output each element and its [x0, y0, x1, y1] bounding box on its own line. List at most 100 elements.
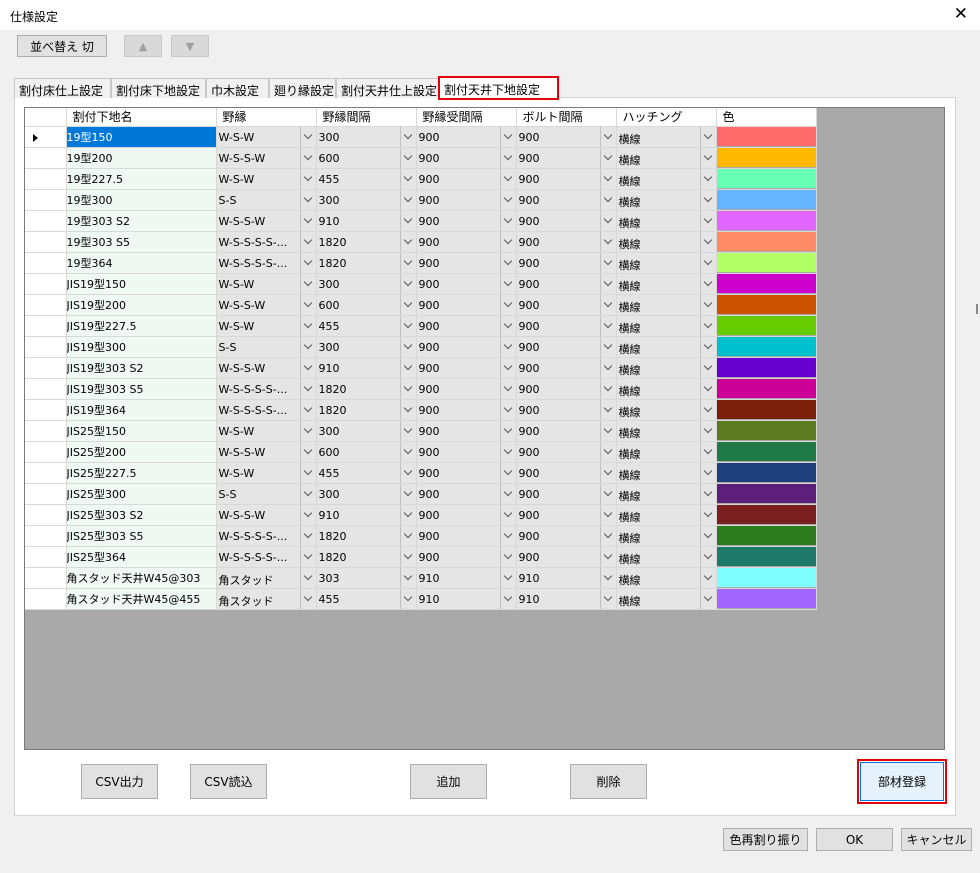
row-header[interactable]	[25, 147, 67, 169]
row-header[interactable]	[25, 126, 67, 148]
column-header-receiver-spacing[interactable]: 野縁受間隔	[416, 108, 517, 127]
row-header[interactable]	[25, 315, 67, 337]
receiver-spacing-combo[interactable]: 900	[416, 525, 517, 547]
row-header[interactable]	[25, 378, 67, 400]
dropdown-button[interactable]	[699, 588, 716, 608]
row-header[interactable]	[25, 168, 67, 190]
hatching-combo[interactable]: 横線	[616, 273, 717, 295]
row-header[interactable]	[25, 210, 67, 232]
dropdown-button[interactable]	[399, 210, 416, 230]
tab-crown-molding[interactable]: 廻り縁設定	[269, 78, 336, 98]
receiver-spacing-combo[interactable]: 900	[416, 231, 517, 253]
dropdown-button[interactable]	[599, 168, 616, 188]
dropdown-button[interactable]	[299, 483, 316, 503]
dropdown-button[interactable]	[299, 462, 316, 482]
dropdown-button[interactable]	[699, 147, 716, 167]
noen-combo[interactable]: W-S-S-S-S-...	[216, 525, 317, 547]
dropdown-button[interactable]	[599, 210, 616, 230]
row-header[interactable]	[25, 567, 67, 589]
hatching-combo[interactable]: 横線	[616, 210, 717, 232]
receiver-spacing-combo[interactable]: 900	[416, 189, 517, 211]
dropdown-button[interactable]	[399, 525, 416, 545]
bolt-spacing-combo[interactable]: 900	[516, 189, 617, 211]
csv-export-button[interactable]: CSV出力	[81, 764, 158, 799]
color-cell[interactable]	[716, 399, 817, 421]
noen-combo[interactable]: W-S-W	[216, 273, 317, 295]
name-cell[interactable]: 19型150	[66, 126, 217, 148]
color-cell[interactable]	[716, 147, 817, 169]
dropdown-button[interactable]	[599, 231, 616, 251]
receiver-spacing-combo[interactable]: 900	[416, 294, 517, 316]
noen-combo[interactable]: 角スタッド	[216, 567, 317, 589]
receiver-spacing-combo[interactable]: 900	[416, 315, 517, 337]
bolt-spacing-combo[interactable]: 900	[516, 420, 617, 442]
table-row[interactable]: JIS25型200 W-S-S-W 600 900 900 横線	[25, 441, 817, 463]
bolt-spacing-combo[interactable]: 900	[516, 210, 617, 232]
name-cell[interactable]: JIS19型150	[66, 273, 217, 295]
dropdown-button[interactable]	[599, 525, 616, 545]
dropdown-button[interactable]	[299, 231, 316, 251]
color-cell[interactable]	[716, 504, 817, 526]
hatching-combo[interactable]: 横線	[616, 126, 717, 148]
dropdown-button[interactable]	[599, 252, 616, 272]
dropdown-button[interactable]	[499, 168, 516, 188]
table-row[interactable]: 19型303 S2 W-S-S-W 910 900 900 横線	[25, 210, 817, 232]
table-row[interactable]: JIS19型200 W-S-S-W 600 900 900 横線	[25, 294, 817, 316]
dropdown-button[interactable]	[599, 504, 616, 524]
name-cell[interactable]: 19型200	[66, 147, 217, 169]
bolt-spacing-combo[interactable]: 900	[516, 315, 617, 337]
hatching-combo[interactable]: 横線	[616, 189, 717, 211]
noen-combo[interactable]: 角スタッド	[216, 588, 317, 610]
table-row[interactable]: JIS25型150 W-S-W 300 900 900 横線	[25, 420, 817, 442]
bolt-spacing-combo[interactable]: 900	[516, 273, 617, 295]
bolt-spacing-combo[interactable]: 910	[516, 567, 617, 589]
tab-baseboard[interactable]: 巾木設定	[206, 78, 269, 98]
row-header[interactable]	[25, 504, 67, 526]
color-cell[interactable]	[716, 420, 817, 442]
hatching-combo[interactable]: 横線	[616, 336, 717, 358]
dropdown-button[interactable]	[499, 441, 516, 461]
noen-spacing-combo[interactable]: 300	[316, 126, 417, 148]
dropdown-button[interactable]	[499, 189, 516, 209]
dropdown-button[interactable]	[599, 126, 616, 146]
dropdown-button[interactable]	[599, 567, 616, 587]
dropdown-button[interactable]	[699, 189, 716, 209]
dropdown-button[interactable]	[299, 546, 316, 566]
color-cell[interactable]	[716, 168, 817, 190]
name-cell[interactable]: JIS19型227.5	[66, 315, 217, 337]
row-header[interactable]	[25, 546, 67, 568]
name-cell[interactable]: JIS25型303 S5	[66, 525, 217, 547]
receiver-spacing-combo[interactable]: 900	[416, 252, 517, 274]
dropdown-button[interactable]	[299, 378, 316, 398]
receiver-spacing-combo[interactable]: 900	[416, 546, 517, 568]
bolt-spacing-combo[interactable]: 900	[516, 357, 617, 379]
bolt-spacing-combo[interactable]: 900	[516, 378, 617, 400]
dropdown-button[interactable]	[399, 504, 416, 524]
name-cell[interactable]: 19型303 S5	[66, 231, 217, 253]
noen-spacing-combo[interactable]: 1820	[316, 378, 417, 400]
name-cell[interactable]: 19型227.5	[66, 168, 217, 190]
dropdown-button[interactable]	[599, 399, 616, 419]
dropdown-button[interactable]	[299, 399, 316, 419]
name-cell[interactable]: 角スタッド天井W45@455	[66, 588, 217, 610]
noen-spacing-combo[interactable]: 455	[316, 315, 417, 337]
dropdown-button[interactable]	[499, 252, 516, 272]
table-row[interactable]: JIS25型227.5 W-S-W 455 900 900 横線	[25, 462, 817, 484]
dropdown-button[interactable]	[499, 126, 516, 146]
noen-combo[interactable]: W-S-S-S-S-...	[216, 252, 317, 274]
dropdown-button[interactable]	[599, 588, 616, 608]
dropdown-button[interactable]	[699, 567, 716, 587]
table-row[interactable]: JIS19型303 S2 W-S-S-W 910 900 900 横線	[25, 357, 817, 379]
table-row[interactable]: 角スタッド天井W45@303 角スタッド 303 910 910 横線	[25, 567, 817, 589]
receiver-spacing-combo[interactable]: 900	[416, 147, 517, 169]
dropdown-button[interactable]	[699, 252, 716, 272]
name-cell[interactable]: JIS25型200	[66, 441, 217, 463]
hatching-combo[interactable]: 横線	[616, 357, 717, 379]
dropdown-button[interactable]	[699, 462, 716, 482]
bolt-spacing-combo[interactable]: 900	[516, 168, 617, 190]
dropdown-button[interactable]	[499, 399, 516, 419]
dropdown-button[interactable]	[599, 273, 616, 293]
noen-spacing-combo[interactable]: 455	[316, 462, 417, 484]
name-cell[interactable]: JIS25型300	[66, 483, 217, 505]
color-cell[interactable]	[716, 336, 817, 358]
